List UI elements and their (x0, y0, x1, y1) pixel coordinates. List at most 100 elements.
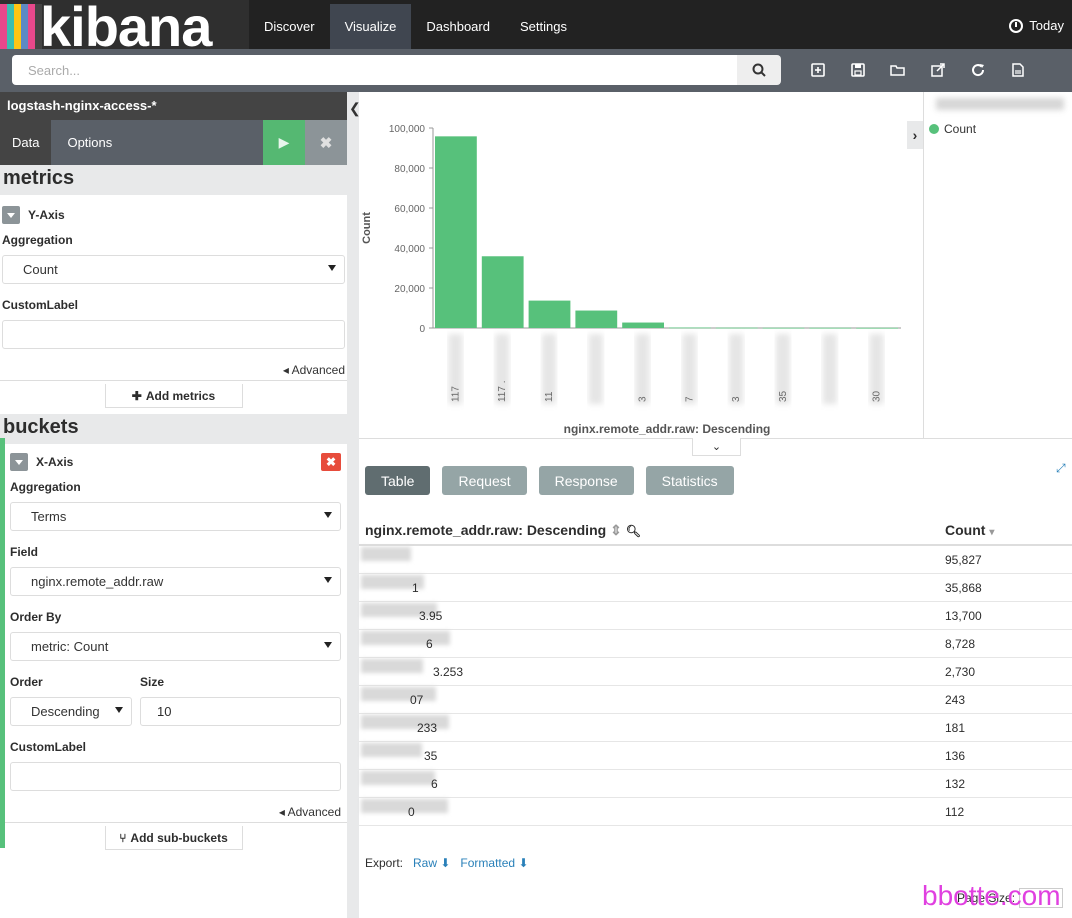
ip-cell: 3.253 (359, 658, 945, 679)
ip-cell (359, 546, 945, 567)
field-label: Field (10, 545, 39, 559)
bucket-aggregation-value: Terms (31, 509, 67, 524)
field-value: nginx.remote_addr.raw (31, 574, 164, 589)
redacted-tick (588, 334, 603, 404)
search-icon (752, 63, 766, 77)
table-header: nginx.remote_addr.raw: Descending ⇕ 🔍︎ C… (359, 516, 1072, 546)
nav-settings[interactable]: Settings (505, 4, 582, 49)
count-cell: 136 (945, 748, 966, 763)
legend-toggle[interactable]: › (907, 121, 923, 149)
logo-stripes (0, 4, 42, 49)
ip-cell: 07 (359, 686, 945, 707)
field-select[interactable]: nginx.remote_addr.raw (10, 567, 341, 596)
buckets-panel: X-Axis ✖ Aggregation Terms Field nginx.r… (0, 444, 347, 821)
add-metrics-button[interactable]: ✚ Add metrics (104, 384, 243, 408)
metric-advanced-link[interactable]: ◂ Advanced (2, 363, 345, 379)
play-icon: ▶ (278, 134, 290, 150)
pdf-icon[interactable] (1008, 61, 1028, 79)
nav-dashboard[interactable]: Dashboard (411, 4, 505, 49)
new-visualization-icon[interactable] (808, 61, 828, 79)
remove-bucket-button[interactable]: ✖ (321, 453, 341, 471)
spy-tab-statistics[interactable]: Statistics (645, 466, 734, 495)
table-body: 95,827 1 35,868 3.95 13,700 6 8,728 3.253 2,730 0… (359, 546, 1072, 826)
caret-down-icon (324, 512, 332, 518)
time-label: Today (1029, 18, 1064, 33)
toolbar (808, 61, 1028, 79)
tab-options[interactable]: Options (51, 120, 128, 165)
search-button[interactable] (737, 55, 781, 85)
spy-tabs: Table Request Response Statistics (365, 466, 734, 495)
collapse-toggle-icon[interactable] (2, 206, 20, 224)
fullscreen-icon[interactable]: ⤢ (1056, 461, 1066, 476)
legend-item-count[interactable]: Count (929, 122, 976, 136)
spy-toggle[interactable]: ⌄ (692, 438, 741, 456)
header-count[interactable]: Count ▾ (945, 522, 1072, 538)
table-row: 6 8,728 (359, 630, 1072, 658)
header-ip[interactable]: nginx.remote_addr.raw: Descending ⇕ 🔍︎ (359, 522, 945, 539)
bar (715, 327, 758, 329)
caret-down-icon (324, 642, 332, 648)
order-value: Descending (31, 704, 100, 719)
plus-icon: ✚ (131, 388, 142, 403)
collapse-toggle-icon[interactable] (10, 453, 28, 471)
add-sub-buckets-button[interactable]: ⑂ Add sub-buckets (104, 826, 243, 850)
x-axis-label: nginx.remote_addr.raw: Descending (564, 422, 771, 436)
x-tick-label: 3 (638, 396, 649, 402)
y-tick-label: 20,000 (394, 284, 425, 295)
close-icon: ✖ (319, 134, 333, 152)
caret-down-icon (324, 577, 332, 583)
discard-button[interactable]: ✖ (305, 120, 347, 165)
table-row: 0 112 (359, 798, 1072, 826)
export-formatted-link[interactable]: Formatted ⬇ (460, 856, 528, 870)
table-row: 233 181 (359, 714, 1072, 742)
time-picker[interactable]: Today (1009, 18, 1064, 33)
order-group: Order Descending (10, 675, 132, 726)
x-axis-title: X-Axis (36, 455, 74, 469)
x-tick-label: 3 (731, 396, 742, 402)
metric-custom-label-input[interactable] (2, 320, 345, 349)
bar (669, 327, 711, 329)
ip-cell: 6 (359, 630, 945, 651)
save-icon[interactable] (848, 61, 868, 79)
chevron-right-icon: › (912, 127, 918, 143)
order-size-row: Order Descending Size 10 (10, 675, 341, 726)
chevron-down-icon: ⌄ (711, 441, 722, 453)
tab-data[interactable]: Data (0, 120, 52, 165)
export-raw-link[interactable]: Raw ⬇ (413, 856, 450, 870)
spy-tab-response[interactable]: Response (538, 466, 634, 495)
apply-button[interactable]: ▶ (263, 120, 305, 165)
custom-label-label: CustomLabel (10, 740, 87, 754)
spy-tab-table[interactable]: Table (365, 466, 431, 495)
metric-aggregation-select[interactable]: Count (2, 255, 345, 284)
sidebar-collapse-bar[interactable]: ❮ (347, 92, 361, 918)
bucket-advanced-link[interactable]: ◂ Advanced (10, 805, 341, 821)
bucket-custom-label-input[interactable] (10, 762, 341, 791)
editor-sidebar: logstash-nginx-access-* Data Options ▶ ✖… (0, 92, 347, 918)
order-select[interactable]: Descending (10, 697, 132, 726)
redacted-tick (682, 334, 697, 404)
table-row: 3.95 13,700 (359, 602, 1072, 630)
x-tick-label: 7 (684, 396, 695, 402)
size-input[interactable]: 10 (140, 697, 341, 726)
order-by-select[interactable]: metric: Count (10, 632, 341, 661)
sidebar-tabs: Data Options ▶ ✖ (0, 120, 347, 165)
share-icon[interactable] (928, 61, 948, 79)
redacted-tick (729, 334, 744, 404)
open-icon[interactable] (888, 61, 908, 79)
nav-discover[interactable]: Discover (249, 4, 330, 49)
sort-desc-icon: ▾ (989, 527, 995, 538)
order-label: Order (10, 675, 43, 689)
bucket-aggregation-select[interactable]: Terms (10, 502, 341, 531)
search-bar: Search... (0, 49, 1072, 92)
spy-tab-request[interactable]: Request (442, 466, 527, 495)
y-axis-label: Count (361, 212, 373, 244)
x-tick-label: 35 (778, 390, 789, 402)
y-tick-label: 0 (419, 324, 425, 335)
nav-visualize[interactable]: Visualize (329, 4, 412, 49)
sort-icon: ⇕ (610, 521, 622, 538)
refresh-icon[interactable] (968, 61, 988, 79)
bar (435, 136, 477, 328)
aggregation-label: Aggregation (2, 233, 73, 247)
bar (809, 327, 852, 329)
search-input[interactable]: Search... (12, 55, 737, 85)
